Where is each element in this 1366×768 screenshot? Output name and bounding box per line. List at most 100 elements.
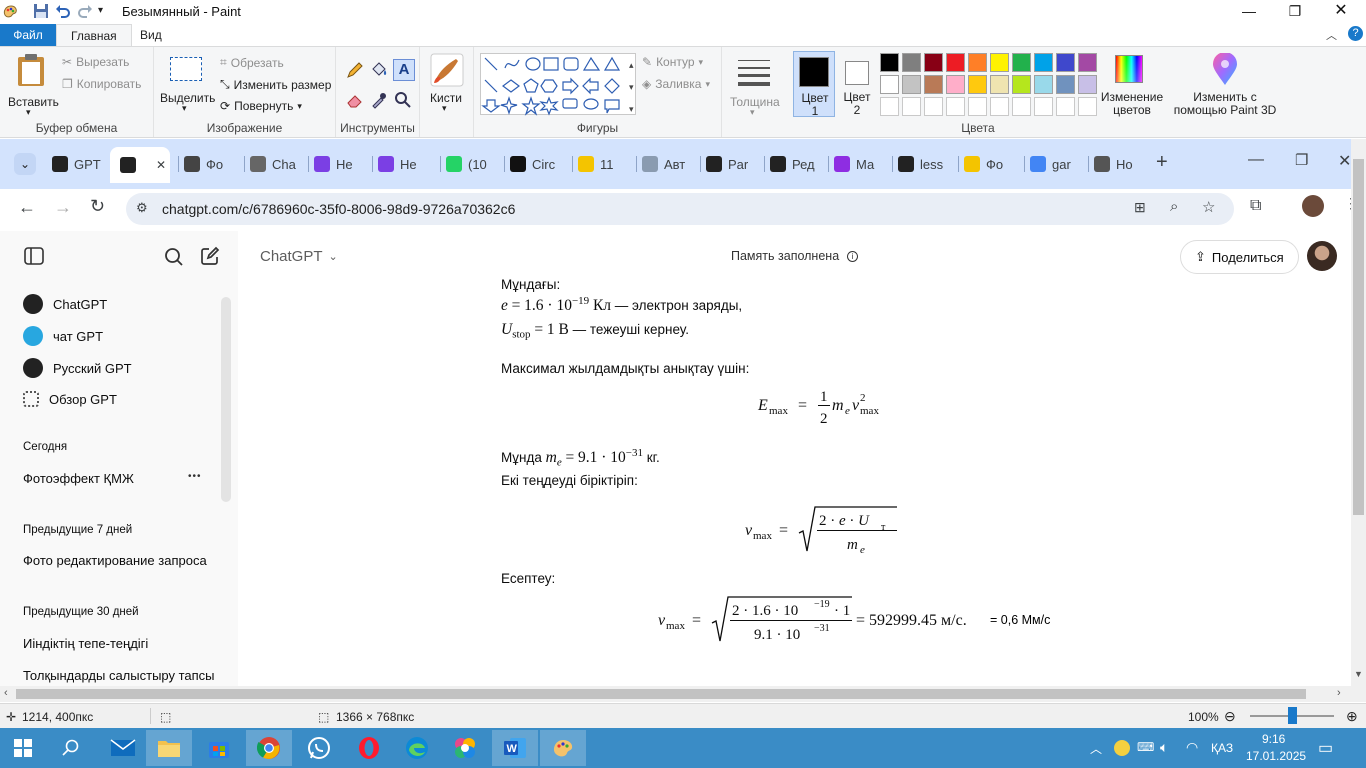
browser-tab[interactable]: Не [378, 153, 428, 175]
taskbar-edge[interactable] [394, 730, 440, 766]
taskbar-mail[interactable] [100, 730, 146, 766]
custom-color-slot[interactable] [924, 97, 943, 116]
start-button[interactable] [0, 730, 46, 766]
eraser-icon[interactable] [346, 91, 364, 109]
sidebar-gpt-item[interactable]: ChatGPT [23, 294, 107, 314]
zoom-icon[interactable]: ⌕ [1170, 198, 1178, 215]
browser-tab[interactable]: less [898, 153, 948, 175]
browser-tab[interactable]: GPT [52, 153, 102, 175]
tray-expand-icon[interactable]: ︿ [1090, 740, 1102, 757]
taskbar-paint[interactable] [540, 730, 586, 766]
palette-swatch[interactable] [1034, 75, 1053, 94]
browser-tab[interactable]: Cha [250, 153, 300, 175]
paint3d-button[interactable]: Изменить с помощью Paint 3D [1170, 51, 1280, 117]
sidebar-chat-item[interactable]: Фотоэффект ҚМЖ [23, 471, 134, 486]
minimize-button[interactable]: — [1226, 0, 1272, 24]
custom-color-slot[interactable] [1012, 97, 1031, 116]
browser-tab[interactable]: Ред [770, 153, 820, 175]
taskbar-opera[interactable] [346, 730, 392, 766]
new-tab-icon[interactable]: + [1156, 151, 1168, 174]
browser-tab[interactable]: ✕ [110, 147, 170, 183]
site-info-icon[interactable]: ⚙ [136, 200, 148, 216]
text-tool-icon[interactable]: A [393, 59, 415, 81]
select-button[interactable]: Выделить ▾ [158, 53, 216, 117]
magnifier-icon[interactable] [394, 91, 412, 109]
custom-color-slot[interactable] [946, 97, 965, 116]
browser-menu-icon[interactable]: ⋮ [1344, 195, 1351, 212]
taskbar-store[interactable] [196, 730, 242, 766]
extensions-icon[interactable]: ⧉ [1250, 197, 1261, 215]
pencil-icon[interactable] [346, 61, 364, 79]
palette-swatch[interactable] [880, 53, 899, 72]
taskbar-chrome[interactable] [246, 730, 292, 766]
tab-file[interactable]: Файл [0, 24, 56, 46]
address-bar[interactable]: ⚙ chatgpt.com/c/6786960c-35f0-8006-98d9-… [126, 193, 1234, 225]
palette-swatch[interactable] [902, 75, 921, 94]
cut-button[interactable]: ✂ Вырезать [62, 55, 129, 69]
custom-color-slot[interactable] [880, 97, 899, 116]
user-avatar[interactable] [1307, 241, 1337, 271]
fill-button[interactable]: ◈ Заливка ▾ [642, 77, 710, 91]
crop-button[interactable]: ⌗ Обрезать [220, 55, 284, 70]
taskbar-word[interactable]: W [492, 730, 538, 766]
qat-customize-icon[interactable]: ▾ [98, 5, 103, 16]
sidebar-chat-item[interactable]: Иіндіктің тепе-теңдігі [23, 636, 148, 651]
help-icon[interactable]: ? [1348, 26, 1363, 41]
taskbar-whatsapp[interactable] [296, 730, 342, 766]
palette-swatch[interactable] [1056, 53, 1075, 72]
profile-avatar[interactable] [1302, 195, 1324, 217]
translate-icon[interactable]: ⊞ [1134, 199, 1146, 216]
browser-tab[interactable]: Фо [184, 153, 234, 175]
custom-color-slot[interactable] [968, 97, 987, 116]
copy-button[interactable]: ❐ Копировать [62, 77, 141, 91]
zoom-in-icon[interactable]: ⊕ [1346, 708, 1358, 725]
palette-swatch[interactable] [902, 53, 921, 72]
chat-options-icon[interactable]: ••• [188, 471, 202, 482]
fill-bucket-icon[interactable] [370, 61, 388, 79]
volume-icon[interactable]: 🔈︎ [1160, 739, 1168, 756]
custom-color-slot[interactable] [1034, 97, 1053, 116]
browser-tab[interactable]: Par [706, 153, 756, 175]
outline-button[interactable]: ✎ Контур ▾ [642, 55, 703, 69]
close-button[interactable]: ✕ [1318, 0, 1364, 24]
save-icon[interactable] [33, 3, 49, 19]
paste-button[interactable]: Вставить ▾ [6, 51, 59, 117]
custom-color-slot[interactable] [1056, 97, 1075, 116]
custom-color-slot[interactable] [990, 97, 1009, 116]
palette-swatch[interactable] [1078, 53, 1097, 72]
maximize-button[interactable]: ❐ [1272, 0, 1318, 24]
scroll-right-icon[interactable]: › [1337, 687, 1341, 699]
redo-icon[interactable] [77, 3, 93, 19]
palette-swatch[interactable] [924, 53, 943, 72]
horizontal-scrollbar[interactable]: ‹ › [0, 686, 1366, 702]
palette-swatch[interactable] [924, 75, 943, 94]
sidebar-chat-item[interactable]: Толқындарды салыстыру тапсы [23, 668, 215, 683]
new-chat-icon[interactable] [200, 246, 220, 266]
browser-tab[interactable]: Не [314, 153, 364, 175]
taskbar-search[interactable] [48, 730, 94, 766]
tray-ime-icon[interactable]: ⌨ [1137, 740, 1154, 754]
clock-time[interactable]: 9:16 [1262, 732, 1285, 746]
vertical-scroll-thumb[interactable] [1353, 159, 1364, 515]
clock-date[interactable]: 17.01.2025 [1246, 749, 1306, 763]
taskbar-explorer[interactable] [146, 730, 192, 766]
tab-close-icon[interactable]: ✕ [156, 158, 166, 172]
tab-search-icon[interactable]: ⌄ [14, 153, 36, 175]
color2-button[interactable]: Цвет 2 [840, 51, 880, 117]
palette-swatch[interactable] [880, 75, 899, 94]
scroll-down-icon[interactable]: ▼ [1354, 669, 1363, 679]
zoom-slider-thumb[interactable] [1288, 707, 1297, 724]
size-button[interactable]: Толщина ▾ [726, 51, 784, 117]
share-button[interactable]: ⇪ Поделиться [1180, 240, 1299, 274]
palette-swatch[interactable] [990, 53, 1009, 72]
palette-swatch[interactable] [1034, 53, 1053, 72]
palette-swatch[interactable] [968, 53, 987, 72]
browser-tab[interactable]: 11 [578, 153, 628, 175]
tab-home[interactable]: Главная [56, 24, 132, 46]
shapes-gallery[interactable]: ▴ ▾ ▾ [480, 53, 636, 116]
sidebar-scrollbar[interactable] [221, 297, 231, 502]
palette-swatch[interactable] [968, 75, 987, 94]
sidebar-chat-item[interactable]: Фото редактирование запроса [23, 553, 207, 568]
palette-swatch[interactable] [1078, 75, 1097, 94]
browser-restore-icon[interactable]: ❐ [1295, 151, 1308, 169]
